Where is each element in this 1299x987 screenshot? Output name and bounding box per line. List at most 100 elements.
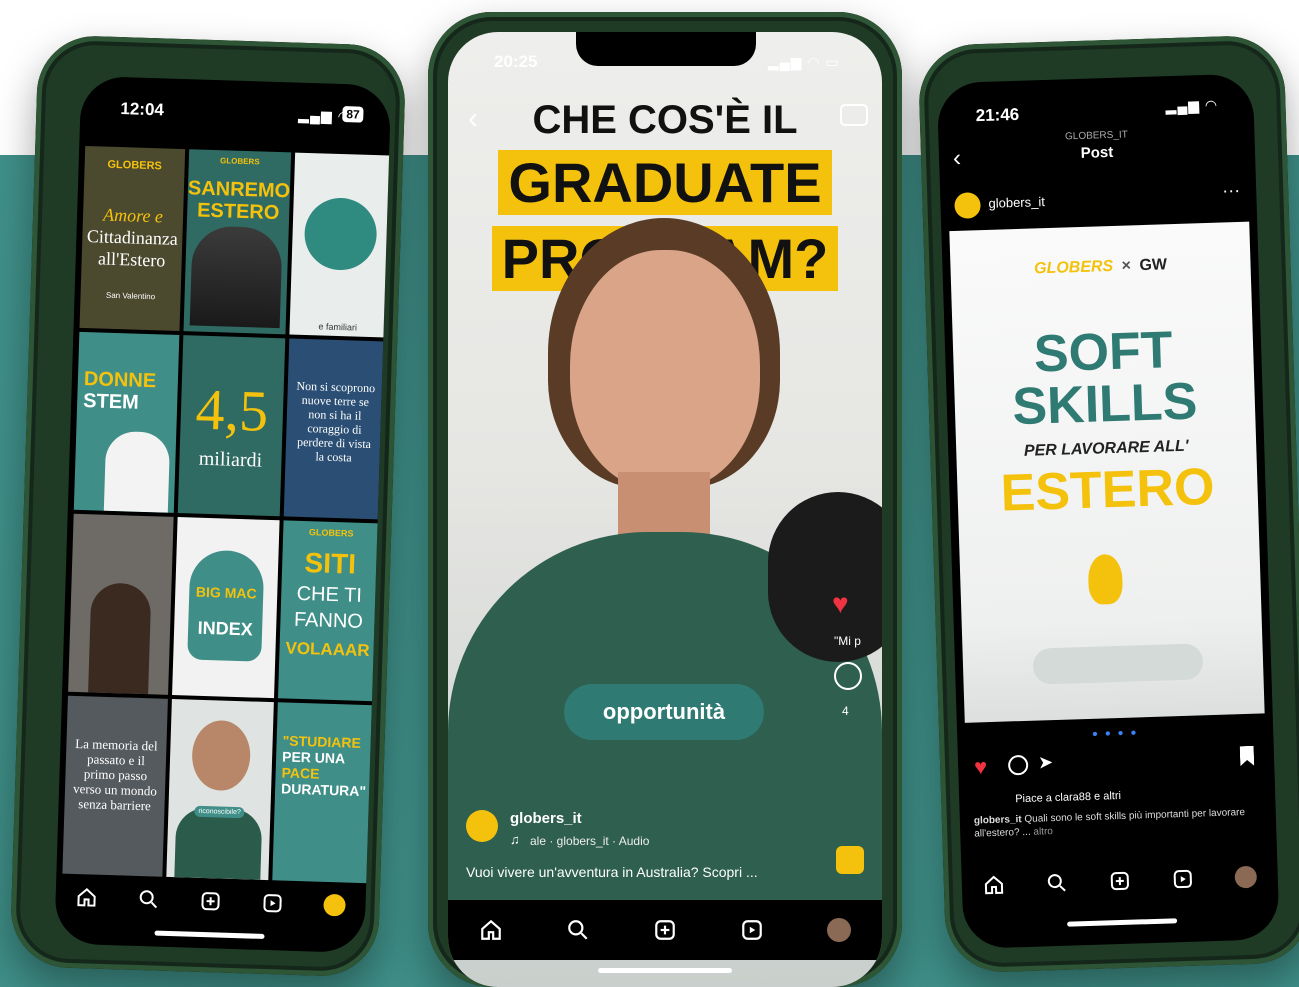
tile-line: PACE bbox=[281, 764, 320, 782]
caption-pill: opportunità bbox=[564, 684, 764, 740]
title-skills: SKILLS bbox=[1011, 372, 1199, 437]
reel-avatar[interactable] bbox=[466, 810, 498, 842]
grid-post-video[interactable]: riconoscibile? bbox=[166, 698, 274, 881]
share-icon[interactable]: ➤ bbox=[1038, 752, 1054, 773]
tile-title: ESTERO bbox=[196, 199, 280, 225]
comment-icon[interactable] bbox=[834, 662, 862, 690]
tile-title: STEM bbox=[82, 390, 140, 414]
left-phone: 12:04 ▂▄▆ ◠ 87 GLOBERS Amore e Cittadina… bbox=[9, 34, 407, 978]
brand-gw: GW bbox=[1139, 256, 1168, 275]
tile-title: BIG MAC bbox=[195, 583, 257, 602]
comment-icon[interactable] bbox=[1007, 754, 1029, 776]
grid-post-miliardi[interactable]: 4,5 miliardi bbox=[177, 335, 286, 517]
artist-photos bbox=[189, 225, 283, 329]
grid-post-sanremo[interactable]: GLOBERS SANREMO ESTERO bbox=[183, 149, 292, 335]
add-icon[interactable] bbox=[652, 917, 678, 943]
search-icon[interactable] bbox=[565, 917, 591, 943]
comment-preview: "Mi p bbox=[834, 634, 861, 648]
likes-text[interactable]: Piace a clara88 e altri bbox=[1015, 790, 1121, 805]
like-heart-icon[interactable]: ♥ bbox=[832, 588, 849, 620]
profile-post-grid: GLOBERS Amore e Cittadinanza all'Estero … bbox=[62, 145, 392, 884]
home-icon[interactable] bbox=[478, 917, 504, 943]
profile-icon[interactable] bbox=[1233, 864, 1260, 891]
audio-thumb[interactable] bbox=[836, 846, 864, 874]
burger-shape bbox=[187, 549, 265, 662]
carousel-dots: ● ● ● ● bbox=[1091, 727, 1139, 740]
more-icon[interactable]: ··· bbox=[1222, 180, 1241, 202]
tile-line: VOLAAAR bbox=[285, 638, 370, 661]
tile-logo: GLOBERS bbox=[219, 156, 260, 167]
brand-x: × bbox=[1121, 257, 1132, 275]
reel-username[interactable]: globers_it bbox=[510, 810, 582, 827]
home-indicator[interactable] bbox=[1067, 918, 1178, 927]
tile-title: INDEX bbox=[197, 617, 253, 640]
right-bottom-nav bbox=[962, 863, 1279, 899]
tile-line: FANNO bbox=[293, 608, 364, 633]
search-icon[interactable] bbox=[1043, 870, 1070, 897]
left-phone-screen: 12:04 ▂▄▆ ◠ 87 GLOBERS Amore e Cittadina… bbox=[54, 75, 392, 954]
tile-line: PER UNA bbox=[281, 748, 346, 767]
music-icon: ♫ bbox=[510, 832, 520, 847]
add-icon[interactable] bbox=[1106, 868, 1133, 895]
headline-line-1: CHE COS'È IL bbox=[532, 98, 798, 142]
reels-icon[interactable] bbox=[739, 917, 765, 943]
status-time: 12:04 bbox=[120, 99, 165, 120]
grid-post-studiare[interactable]: "STUDIARE PER UNA PACE DURATURA" bbox=[272, 702, 374, 884]
tile-word: miliardi bbox=[198, 447, 263, 472]
home-indicator[interactable] bbox=[598, 968, 732, 973]
notch bbox=[576, 32, 756, 66]
title-soft: SOFT bbox=[1033, 321, 1174, 384]
grid-post-donne-stem[interactable]: DONNE STEM bbox=[73, 331, 180, 513]
tile-line: Amore e bbox=[102, 204, 164, 227]
brand-globers: GLOBERS bbox=[1033, 257, 1114, 278]
grid-post-globe[interactable]: e familiari bbox=[289, 152, 392, 338]
reel-audio[interactable]: ale · globers_it · Audio bbox=[530, 834, 649, 848]
post-image[interactable]: GLOBERS × GW SOFT SKILLS PER LAVORARE AL… bbox=[949, 221, 1265, 723]
microphone bbox=[768, 492, 882, 662]
home-indicator[interactable] bbox=[154, 930, 265, 939]
battery-badge: 87 bbox=[342, 106, 364, 123]
grid-post-memoria[interactable]: La memoria del passato e il primo passo … bbox=[62, 695, 168, 877]
heart-icon[interactable]: ♥ bbox=[974, 754, 988, 780]
caption-more[interactable]: altro bbox=[1033, 826, 1053, 838]
headline-line-2: GRADUATE bbox=[448, 150, 882, 215]
home-icon[interactable] bbox=[980, 872, 1007, 899]
tile-logo: GLOBERS bbox=[308, 527, 354, 539]
home-icon[interactable] bbox=[73, 884, 100, 911]
tile-line: SITI bbox=[304, 547, 357, 580]
reels-icon[interactable] bbox=[259, 890, 286, 917]
headline-highlight: GRADUATE bbox=[498, 150, 832, 215]
left-bottom-nav bbox=[55, 883, 366, 919]
center-bottom-nav bbox=[448, 900, 882, 960]
grid-post-bigmac[interactable]: BIG MAC INDEX bbox=[172, 517, 280, 699]
title-estero: ESTERO bbox=[999, 457, 1216, 523]
tile-caption: riconoscibile? bbox=[194, 805, 245, 819]
signal-wifi-icon: ▂▄▆ ◠ bbox=[1165, 96, 1219, 115]
tile-line: CHE TI bbox=[296, 582, 363, 607]
caption-user[interactable]: globers_it bbox=[974, 814, 1022, 826]
tile-logo: GLOBERS bbox=[107, 158, 163, 173]
search-icon[interactable] bbox=[135, 886, 162, 913]
grid-post-amore[interactable]: GLOBERS Amore e Cittadinanza all'Estero … bbox=[79, 145, 186, 332]
bulbs-illustration bbox=[1032, 643, 1204, 685]
bookmark-icon[interactable] bbox=[1240, 746, 1255, 766]
tile-tag: San Valentino bbox=[105, 290, 156, 302]
tile-number: 4,5 bbox=[194, 376, 270, 444]
person-photo bbox=[88, 582, 152, 695]
grid-post-bridge[interactable] bbox=[68, 513, 174, 695]
grid-post-quote[interactable]: Non si scoprono nuove terre se non si ha… bbox=[283, 338, 386, 520]
tile-label: e familiari bbox=[318, 321, 358, 333]
profile-icon[interactable] bbox=[826, 917, 852, 943]
caption: globers_it Quali sono le soft skills più… bbox=[974, 805, 1265, 840]
add-icon[interactable] bbox=[197, 888, 224, 915]
profile-icon[interactable] bbox=[321, 892, 348, 919]
reel-description[interactable]: Vuoi vivere un'avventura in Australia? S… bbox=[466, 864, 758, 880]
grid-post-siti[interactable]: GLOBERS SITI CHE TI FANNO VOLAAAR bbox=[277, 520, 380, 702]
signal-wifi-icon: ▂▄▆ ◠ ▭ bbox=[768, 54, 840, 70]
avatar[interactable] bbox=[954, 192, 981, 219]
reels-icon[interactable] bbox=[1170, 866, 1197, 893]
tile-line: all'Estero bbox=[97, 248, 166, 271]
post-username[interactable]: globers_it bbox=[988, 194, 1045, 211]
tile-quote: La memoria del passato e il primo passo … bbox=[72, 735, 158, 814]
right-phone: 21:46 ▂▄▆ ◠ ‹ GLOBERS_IT Post globers_it… bbox=[917, 34, 1299, 974]
